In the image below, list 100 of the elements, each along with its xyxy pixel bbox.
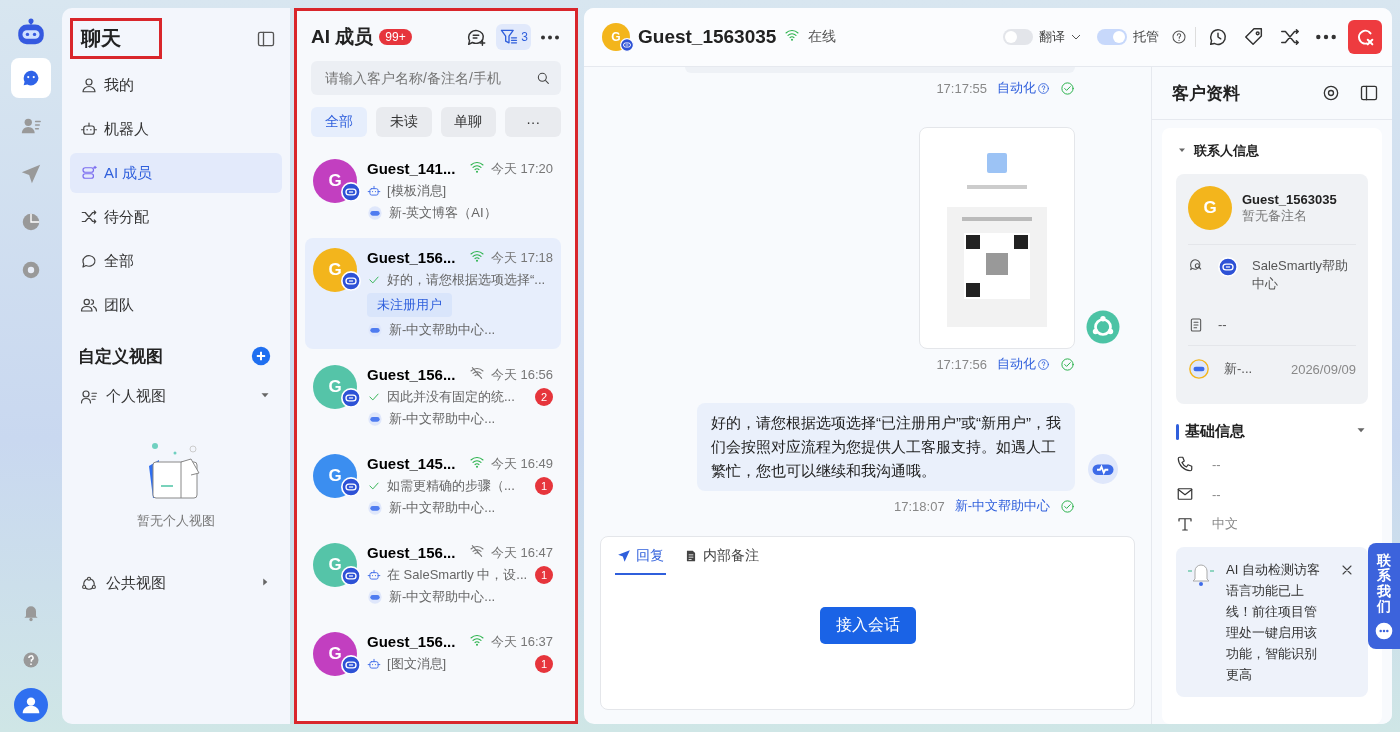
ring-bot-icon bbox=[1085, 309, 1121, 345]
conversation-item[interactable]: G Guest_156... 今天 16:47 在 SaleSmartly 中，设... 1 新-中文帮助中心... bbox=[305, 533, 561, 616]
filter-tab[interactable]: 全部 bbox=[311, 107, 367, 137]
empty-text: 暂无个人视图 bbox=[137, 512, 215, 530]
conversation-item[interactable]: G Guest_145... 今天 16:49 如需更精确的步骤（... 1 新-中文帮助中心... bbox=[305, 444, 561, 527]
agent-name: 新-英文博客（AI） bbox=[389, 204, 497, 222]
sender-name: 自动化 bbox=[997, 79, 1050, 97]
check-circle-icon bbox=[1060, 356, 1075, 372]
unread-badge: 1 bbox=[535, 655, 553, 673]
chat-badge-icon bbox=[1218, 257, 1238, 277]
bubble-icon bbox=[80, 252, 98, 270]
filter-tab[interactable]: 单聊 bbox=[440, 107, 497, 137]
search-field[interactable]: 请输入客户名称/备注名/手机 bbox=[311, 61, 561, 95]
message-time: 17:18:07 bbox=[894, 498, 945, 514]
nav-item[interactable]: AI 成员 bbox=[70, 153, 282, 193]
sender-name: 新-中文帮助中心 bbox=[954, 497, 1050, 515]
message-preview: 如需更精确的步骤（... bbox=[387, 477, 516, 495]
notice-text: AI 自动检测访客语言功能已上线！前往项目管理处一键启用该功能，智能识别更高 bbox=[1226, 561, 1321, 684]
ai-icon bbox=[80, 164, 98, 182]
message-preview: 因此并没有固定的统... bbox=[387, 388, 516, 406]
unread-badge: 1 bbox=[535, 477, 553, 495]
more-icon bbox=[540, 34, 560, 40]
filter-icon bbox=[499, 27, 520, 47]
conversation-item[interactable]: G Guest_156... 今天 16:56 因此并没有固定的统... 2 新-中文帮助中心... bbox=[305, 355, 561, 438]
robot-icon bbox=[80, 120, 98, 138]
chevron-down-icon bbox=[1071, 34, 1081, 40]
nav-item[interactable]: 团队 bbox=[70, 285, 282, 325]
wifi-off-icon bbox=[468, 543, 485, 559]
list-title: AI 成员 bbox=[311, 25, 374, 49]
user-avatar[interactable] bbox=[14, 688, 48, 722]
filter-tab[interactable]: ··· bbox=[505, 107, 561, 137]
robot-icon bbox=[367, 657, 381, 671]
view-group-label[interactable]: 公共视图 bbox=[106, 574, 250, 593]
nav-item[interactable]: 待分配 bbox=[70, 197, 282, 237]
check-circle-icon bbox=[1060, 80, 1075, 96]
remark-text: 暂无备注名 bbox=[1242, 206, 1308, 225]
customer-name: Guest_1563035 bbox=[1242, 191, 1337, 207]
view-group-label[interactable]: 个人视图 bbox=[106, 387, 250, 406]
nav-item[interactable]: 机器人 bbox=[70, 109, 282, 149]
clock-bubble-icon bbox=[1207, 26, 1229, 48]
message-time: 17:17:55 bbox=[936, 80, 987, 96]
robot-icon bbox=[367, 568, 381, 582]
message-time: 今天 16:49 bbox=[490, 454, 553, 473]
wifi-icon bbox=[784, 27, 801, 43]
search-icon bbox=[535, 70, 551, 86]
filter-tab[interactable]: 未读 bbox=[375, 107, 432, 137]
chat-badge-icon bbox=[341, 182, 361, 202]
composer-tab[interactable]: 内部备注 bbox=[682, 547, 761, 575]
date-text: 2026/09/09 bbox=[1290, 361, 1356, 377]
user-icon bbox=[80, 76, 98, 94]
conversation-item[interactable]: G Guest_141... 今天 17:20 [模板消息] 新-英文博客（AI） bbox=[305, 149, 561, 232]
send-icon bbox=[20, 163, 42, 185]
message-bubble: 好的，请您根据选项选择“已注册用户”或“新用户”，我们会按照对应流程为您提供人工客服支持。如遇人工繁忙，您也可以继续和我沟通哦。 bbox=[697, 403, 1075, 491]
conversation-item[interactable]: G Guest_156... 今天 17:18 好的，请您根据选项选择“... 未注册用户 新-中文帮助中心... bbox=[305, 238, 561, 349]
rail-tab[interactable] bbox=[11, 58, 51, 98]
count-badge: 99+ bbox=[379, 29, 412, 45]
message-preview: 好的，请您根据选项选择“... bbox=[387, 271, 547, 289]
tag-icon bbox=[1243, 26, 1265, 48]
section-title[interactable]: 联系人信息 bbox=[1194, 142, 1259, 160]
phone-icon bbox=[1176, 455, 1194, 473]
question-icon bbox=[1037, 81, 1050, 95]
nav-item[interactable]: 我的 bbox=[70, 65, 282, 105]
nav-item[interactable]: 全部 bbox=[70, 241, 282, 281]
doc-icon bbox=[1188, 317, 1204, 333]
hosting-toggle[interactable]: 托管 bbox=[1093, 28, 1163, 46]
customer-name: Guest_156... bbox=[367, 544, 457, 561]
translate-toggle[interactable]: 翻译 bbox=[999, 28, 1085, 46]
more-icon bbox=[1315, 34, 1337, 40]
agent-bot-icon bbox=[367, 589, 383, 605]
agent-name: 新-中文帮助中心... bbox=[389, 410, 496, 428]
composer-tab[interactable]: 回复 bbox=[615, 547, 666, 575]
message-preview: 在 SaleSmartly 中，设... bbox=[387, 566, 529, 584]
message-preview: [图文消息] bbox=[387, 655, 448, 673]
chat-badge-icon bbox=[341, 388, 361, 408]
section-title[interactable]: 基础信息 bbox=[1185, 422, 1348, 441]
online-status: 在线 bbox=[808, 28, 837, 46]
channel-name: SaleSmartly帮助中心 bbox=[1252, 257, 1350, 293]
message-preview: [模板消息] bbox=[387, 182, 448, 200]
customer-name: Guest_145... bbox=[367, 455, 457, 472]
note-icon bbox=[684, 549, 698, 563]
join-chat-button[interactable]: 接入会话 bbox=[819, 607, 916, 644]
wifi-icon bbox=[468, 248, 485, 264]
channel-icon bbox=[1188, 257, 1204, 273]
conversation-item[interactable]: G Guest_156... 今天 16:37 [图文消息] 1 bbox=[305, 622, 561, 686]
agent-bot-icon bbox=[367, 322, 383, 338]
chat-badge-icon bbox=[341, 566, 361, 586]
wifi-off-icon bbox=[468, 365, 485, 381]
customer-name: Guest_156... bbox=[367, 249, 457, 266]
end-chat-button[interactable] bbox=[1348, 20, 1382, 54]
customer-name: Guest_156... bbox=[367, 366, 457, 383]
shuffle-icon bbox=[80, 208, 98, 226]
team-icon bbox=[80, 296, 98, 314]
message-time: 今天 16:56 bbox=[490, 365, 553, 384]
chat-bubble-icon bbox=[1374, 620, 1394, 641]
agent-name: 新-中文帮助中心... bbox=[389, 321, 496, 339]
filter-button[interactable]: 3 bbox=[496, 24, 531, 50]
customer-tag: 未注册用户 bbox=[367, 293, 452, 317]
note-value: -- bbox=[1218, 317, 1227, 332]
contact-us-tab[interactable]: 联系我们 bbox=[1368, 543, 1400, 649]
question-icon bbox=[1037, 357, 1050, 371]
